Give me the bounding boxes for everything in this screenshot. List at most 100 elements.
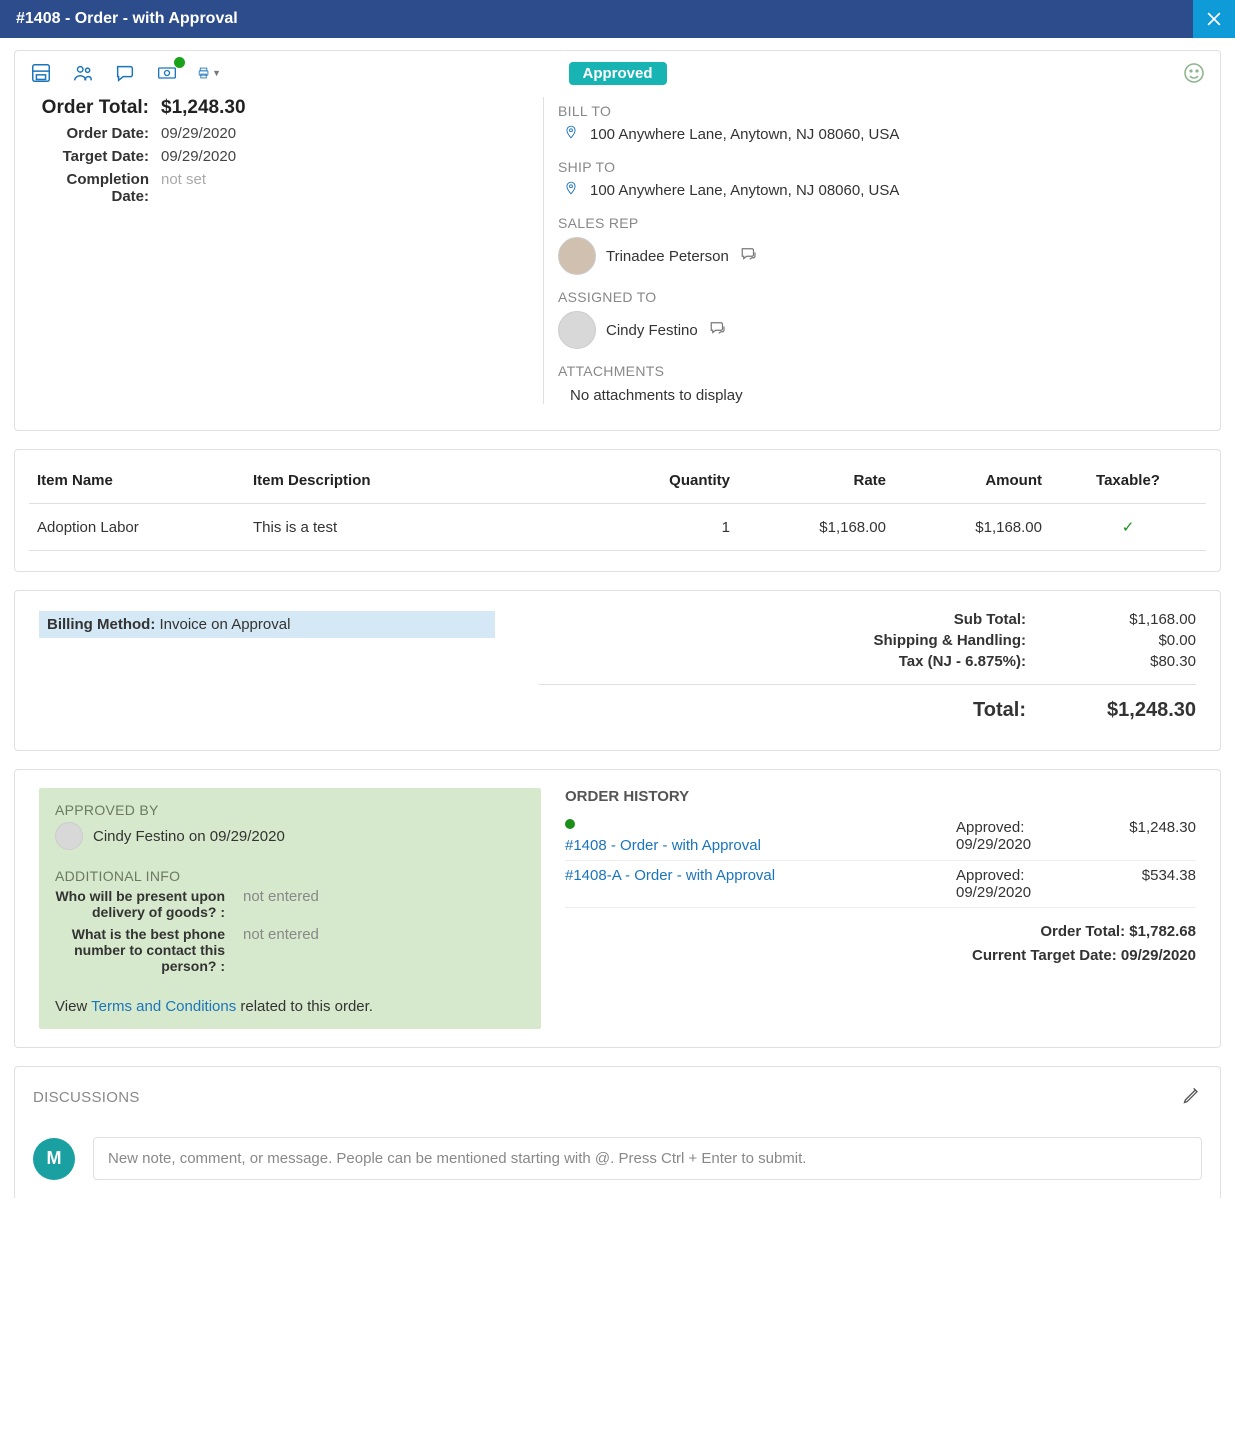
discussion-input[interactable]: New note, comment, or message. People ca… (93, 1137, 1202, 1180)
meta-value: 09/29/2020 (161, 148, 529, 165)
items-table: Item Name Item Description Quantity Rate… (29, 458, 1206, 551)
grand-total-value: $1,248.30 (1086, 699, 1196, 722)
status-dot (565, 819, 575, 829)
question-label: Who will be present upon delivery of goo… (55, 888, 243, 920)
th-tax: Taxable? (1050, 458, 1206, 504)
hist-total-value: $1,782.68 (1129, 923, 1196, 940)
close-button[interactable] (1193, 0, 1235, 38)
total-label: Shipping & Handling: (539, 632, 1026, 649)
assigned-to-name: Cindy Festino (606, 322, 698, 339)
question-label: What is the best phone number to contact… (55, 926, 243, 974)
total-label: Sub Total: (539, 611, 1026, 628)
order-total-value: $1,248.30 (161, 97, 529, 119)
cash-icon[interactable] (155, 61, 179, 85)
approved-by-text: Cindy Festino on 09/29/2020 (93, 828, 285, 845)
avatar (558, 311, 596, 349)
history-link[interactable]: #1408-A - Order - with Approval (565, 867, 956, 884)
th-item-desc: Item Description (245, 458, 612, 504)
cell-amount: $1,168.00 (894, 504, 1050, 551)
print-icon[interactable]: ▼ (197, 61, 221, 85)
toolbar: ▼ Approved (15, 51, 1220, 93)
meta-label: Completion Date: (29, 171, 161, 205)
billing-value: Invoice on Approval (159, 616, 290, 633)
smile-icon[interactable] (1182, 61, 1206, 85)
status-badge: Approved (568, 62, 666, 85)
close-icon (1207, 12, 1221, 26)
discussions-panel: DISCUSSIONS M New note, comment, or mess… (14, 1066, 1221, 1198)
discussions-header: DISCUSSIONS (33, 1089, 140, 1106)
approved-by-header: APPROVED BY (55, 802, 525, 818)
terms-link[interactable]: Terms and Conditions (91, 998, 236, 1015)
question-value: not entered (243, 888, 319, 920)
ship-to-header: SHIP TO (558, 159, 1206, 175)
th-qty: Quantity (612, 458, 738, 504)
order-summary-panel: ▼ Approved Order Total: $1,248.30 Order … (14, 50, 1221, 431)
th-amount: Amount (894, 458, 1050, 504)
grand-total-label: Total: (539, 699, 1026, 722)
question-value: not entered (243, 926, 319, 974)
history-status: Approved:09/29/2020 (956, 819, 1096, 854)
total-value: $0.00 (1086, 632, 1196, 649)
approval-box: APPROVED BY Cindy Festino on 09/29/2020 … (39, 788, 541, 1029)
sales-rep-header: SALES REP (558, 215, 1206, 231)
cell-rate: $1,168.00 (738, 504, 894, 551)
meta-label: Order Date: (29, 125, 161, 142)
title-bar: #1408 - Order - with Approval (0, 0, 1235, 38)
chat-icon[interactable] (708, 319, 728, 341)
cell-desc: This is a test (245, 504, 612, 551)
history-amount: $1,248.30 (1096, 819, 1196, 854)
people-icon[interactable] (71, 61, 95, 85)
assigned-to-header: ASSIGNED TO (558, 289, 1206, 305)
th-item-name: Item Name (29, 458, 245, 504)
bill-to-address: 100 Anywhere Lane, Anytown, NJ 08060, US… (590, 126, 899, 143)
pin-icon[interactable] (564, 179, 578, 201)
cell-tax: ✓ (1050, 504, 1206, 551)
attachments-empty: No attachments to display (558, 383, 1206, 404)
hist-total-label: Order Total: (1040, 923, 1129, 940)
meta-value: 09/29/2020 (161, 125, 529, 142)
attachments-header: ATTACHMENTS (558, 363, 1206, 379)
hist-target-value: 09/29/2020 (1121, 947, 1196, 964)
order-meta: Order Total: $1,248.30 Order Date: 09/29… (29, 97, 529, 404)
pin-icon[interactable] (564, 123, 578, 145)
total-label: Tax (NJ - 6.875%): (539, 653, 1026, 670)
hist-target-label: Current Target Date: (972, 947, 1121, 964)
current-user-avatar: M (33, 1138, 75, 1180)
table-row[interactable]: Adoption Labor This is a test 1 $1,168.0… (29, 504, 1206, 551)
chat-icon[interactable] (113, 61, 137, 85)
tc-post: related to this order. (236, 998, 373, 1015)
history-status: Approved:09/29/2020 (956, 867, 1096, 901)
history-link[interactable]: #1408 - Order - with Approval (565, 837, 956, 854)
chat-icon[interactable] (739, 245, 759, 267)
terms-line: View Terms and Conditions related to thi… (55, 998, 525, 1015)
total-value: $1,168.00 (1086, 611, 1196, 628)
edit-icon[interactable] (1182, 1085, 1202, 1109)
sales-rep-name: Trinadee Peterson (606, 248, 729, 265)
total-value: $80.30 (1086, 653, 1196, 670)
items-panel: Item Name Item Description Quantity Rate… (14, 449, 1221, 572)
avatar (55, 822, 83, 850)
order-total-label: Order Total: (29, 97, 161, 119)
bill-to-header: BILL TO (558, 103, 1206, 119)
billing-label: Billing Method: (47, 616, 155, 633)
cell-qty: 1 (612, 504, 738, 551)
window-title: #1408 - Order - with Approval (16, 10, 238, 28)
avatar (558, 237, 596, 275)
meta-label: Target Date: (29, 148, 161, 165)
check-icon: ✓ (1122, 519, 1135, 536)
notification-dot (174, 57, 185, 68)
th-rate: Rate (738, 458, 894, 504)
billing-method: Billing Method: Invoice on Approval (39, 611, 495, 638)
ship-to-address: 100 Anywhere Lane, Anytown, NJ 08060, US… (590, 182, 899, 199)
tc-pre: View (55, 998, 91, 1015)
history-header: ORDER HISTORY (565, 788, 1196, 805)
save-icon[interactable] (29, 61, 53, 85)
totals-panel: Billing Method: Invoice on Approval Sub … (14, 590, 1221, 751)
history-amount: $534.38 (1096, 867, 1196, 901)
chevron-down-icon: ▼ (212, 68, 221, 78)
cell-name: Adoption Labor (29, 504, 245, 551)
additional-info-header: ADDITIONAL INFO (55, 868, 525, 884)
meta-value: not set (161, 171, 529, 205)
approval-panel: APPROVED BY Cindy Festino on 09/29/2020 … (14, 769, 1221, 1048)
order-history: ORDER HISTORY #1408 - Order - with Appro… (565, 788, 1196, 1029)
